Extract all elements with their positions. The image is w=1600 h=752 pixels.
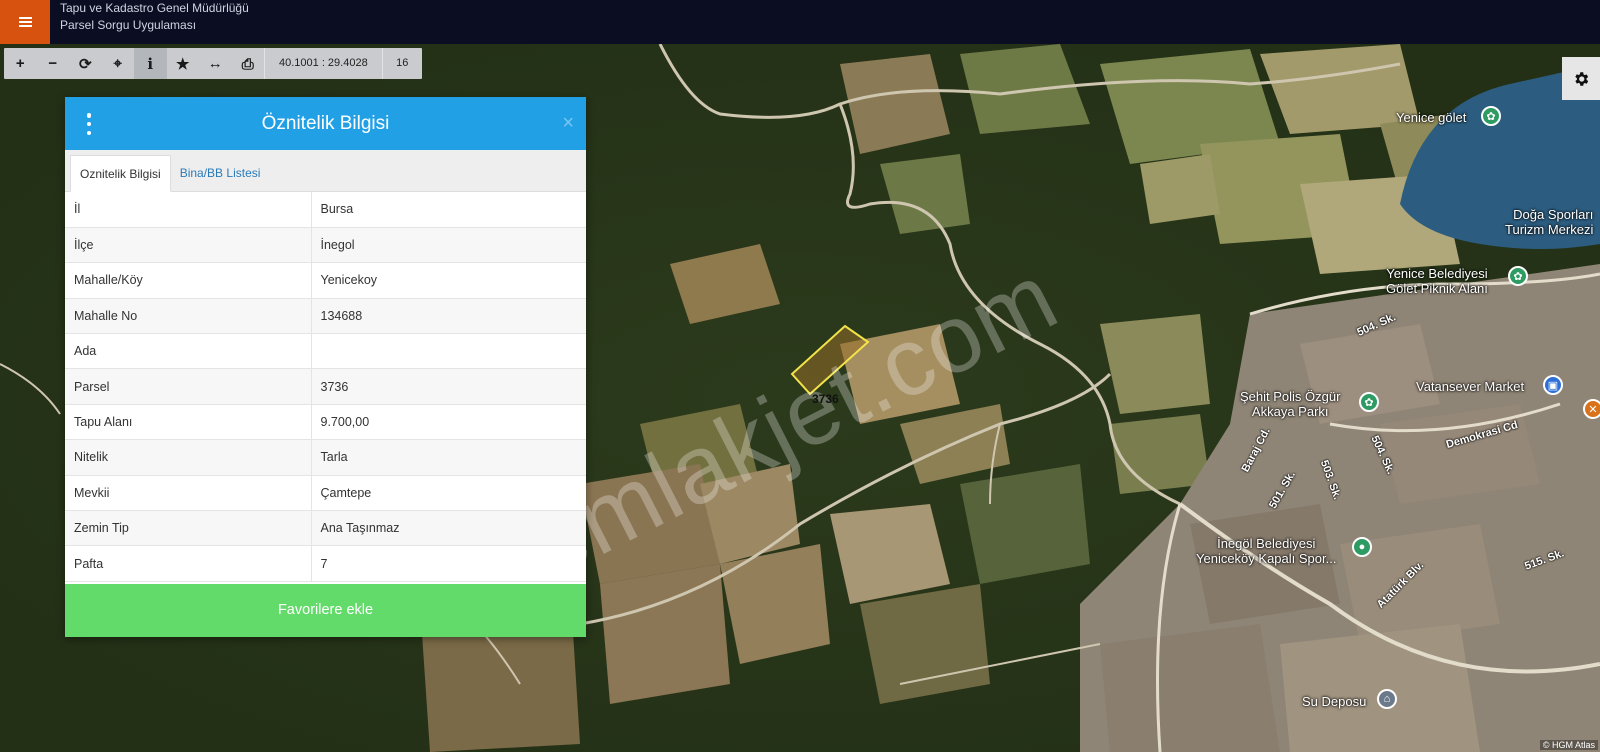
zoom-level-readout: 16 bbox=[381, 48, 422, 79]
attribute-key: Tapu Alanı bbox=[65, 404, 312, 441]
attribute-key: Ada bbox=[65, 333, 312, 370]
landmark-icon[interactable]: ⌂ bbox=[1377, 689, 1397, 709]
star-icon: ★ bbox=[176, 55, 190, 73]
attribute-value: 9.700,00 bbox=[311, 404, 586, 441]
table-row: Ada bbox=[65, 333, 586, 370]
attribute-key: Mahalle No bbox=[65, 298, 312, 335]
locate-button[interactable]: ⌖ bbox=[102, 48, 135, 79]
attribute-panel: Öznitelik Bilgisi × Oznitelik Bilgisi Bi… bbox=[65, 97, 586, 637]
attribute-key: Parsel bbox=[65, 368, 312, 405]
place-label-akkaya-parki: Şehit Polis Özgür Akkaya Parkı bbox=[1240, 389, 1341, 419]
park-icon[interactable]: ✿ bbox=[1359, 392, 1379, 412]
table-row: İlçe İnegol bbox=[65, 227, 586, 264]
place-label-golet-piknik: Yenice Belediyesi Gölet Piknik Alanı bbox=[1386, 266, 1488, 296]
panel-header: Öznitelik Bilgisi × bbox=[65, 97, 586, 150]
zoom-out-button[interactable]: − bbox=[37, 48, 70, 79]
measure-button[interactable]: ↔ bbox=[199, 48, 232, 79]
table-row: Parsel 3736 bbox=[65, 368, 586, 405]
attribute-key: Mevkii bbox=[65, 475, 312, 512]
shopping-icon[interactable]: ▣ bbox=[1543, 375, 1563, 395]
attribute-value: Tarla bbox=[311, 439, 586, 476]
hamburger-menu-button[interactable] bbox=[0, 0, 50, 44]
attribute-key: Nitelik bbox=[65, 439, 312, 476]
app-titles: Tapu ve Kadastro Genel Müdürlüğü Parsel … bbox=[60, 0, 249, 34]
plus-icon: + bbox=[15, 55, 25, 72]
attribute-value: 134688 bbox=[311, 298, 586, 335]
table-row: Mevkii Çamtepe bbox=[65, 475, 586, 512]
attribute-value: Ana Taşınmaz bbox=[311, 510, 586, 547]
settings-button[interactable] bbox=[1562, 57, 1600, 100]
attribute-value: 3736 bbox=[311, 368, 586, 405]
measure-arrows-icon: ↔ bbox=[207, 55, 223, 72]
gear-icon bbox=[1575, 71, 1589, 86]
restaurant-icon[interactable]: ✕ bbox=[1583, 399, 1600, 419]
info-icon: i bbox=[147, 54, 154, 73]
tab-oznitelik-bilgisi[interactable]: Oznitelik Bilgisi bbox=[70, 155, 171, 192]
place-label-doga-sporlari: Doğa Sporları Turizm Merkezi bbox=[1505, 207, 1594, 237]
print-button[interactable]: ⎙ bbox=[232, 48, 265, 79]
add-to-favorites-button[interactable]: Favorilere ekle bbox=[65, 584, 586, 637]
attribute-key: Pafta bbox=[65, 545, 312, 582]
attribute-value: 7 bbox=[311, 545, 586, 582]
attribute-value: Bursa bbox=[311, 192, 586, 228]
place-label-yenice-golet: Yenice gölet bbox=[1396, 110, 1467, 125]
refresh-button[interactable]: ⟳ bbox=[69, 48, 102, 79]
table-row: Tapu Alanı 9.700,00 bbox=[65, 404, 586, 441]
top-header: Tapu ve Kadastro Genel Müdürlüğü Parsel … bbox=[0, 0, 1600, 44]
table-row: Zemin Tip Ana Taşınmaz bbox=[65, 510, 586, 547]
park-icon[interactable]: ✿ bbox=[1508, 266, 1528, 286]
attribute-key: İl bbox=[65, 192, 312, 228]
attribute-table: İl Bursa İlçe İnegol Mahalle/Köy Yenicekoy Mah… bbox=[65, 192, 586, 582]
minus-icon: − bbox=[48, 55, 58, 72]
sports-icon[interactable]: ● bbox=[1352, 537, 1372, 557]
tab-bina-bb-listesi[interactable]: Bina/BB Listesi bbox=[171, 155, 270, 192]
table-row: Mahalle/Köy Yenicekoy bbox=[65, 262, 586, 299]
org-title: Tapu ve Kadastro Genel Müdürlüğü bbox=[60, 1, 249, 15]
attribute-value: Çamtepe bbox=[311, 475, 586, 512]
hamburger-icon bbox=[18, 17, 32, 27]
place-label-su-deposu: Su Deposu bbox=[1302, 694, 1367, 709]
map-toolbar: + − ⟳ ⌖ i ★ ↔ ⎙ 40.1001 : 29.4028 16 bbox=[4, 48, 422, 79]
print-icon: ⎙ bbox=[241, 54, 254, 73]
table-row: İl Bursa bbox=[65, 192, 586, 228]
attribute-key: İlçe bbox=[65, 227, 312, 264]
coordinates-readout: 40.1001 : 29.4028 bbox=[264, 48, 382, 79]
attribute-value: Yenicekoy bbox=[311, 262, 586, 299]
attribute-key: Zemin Tip bbox=[65, 510, 312, 547]
info-button[interactable]: i bbox=[134, 48, 167, 79]
parcel-number-label: 3736 bbox=[812, 392, 839, 406]
close-icon[interactable]: × bbox=[562, 113, 574, 133]
zoom-in-button[interactable]: + bbox=[4, 48, 37, 79]
attribute-value: İnegol bbox=[311, 227, 586, 264]
crosshair-icon: ⌖ bbox=[113, 55, 122, 72]
attribute-value bbox=[311, 333, 586, 370]
park-icon[interactable]: ✿ bbox=[1481, 106, 1501, 126]
attribute-key: Mahalle/Köy bbox=[65, 262, 312, 299]
table-row: Nitelik Tarla bbox=[65, 439, 586, 476]
table-row: Mahalle No 134688 bbox=[65, 298, 586, 335]
place-label-vatansever-market: Vatansever Market bbox=[1416, 379, 1525, 394]
panel-title: Öznitelik Bilgisi bbox=[261, 113, 390, 134]
map-attribution: © HGM Atlas bbox=[1539, 740, 1598, 750]
panel-tabs: Oznitelik Bilgisi Bina/BB Listesi bbox=[65, 150, 586, 192]
favorites-button[interactable]: ★ bbox=[167, 48, 200, 79]
place-label-kapali-spor: İnegöl Belediyesi Yeniceköy Kapalı Spor.… bbox=[1196, 536, 1337, 566]
refresh-icon: ⟳ bbox=[78, 55, 92, 73]
app-title: Parsel Sorgu Uygulaması bbox=[60, 18, 197, 32]
table-row: Pafta 7 bbox=[65, 545, 586, 582]
